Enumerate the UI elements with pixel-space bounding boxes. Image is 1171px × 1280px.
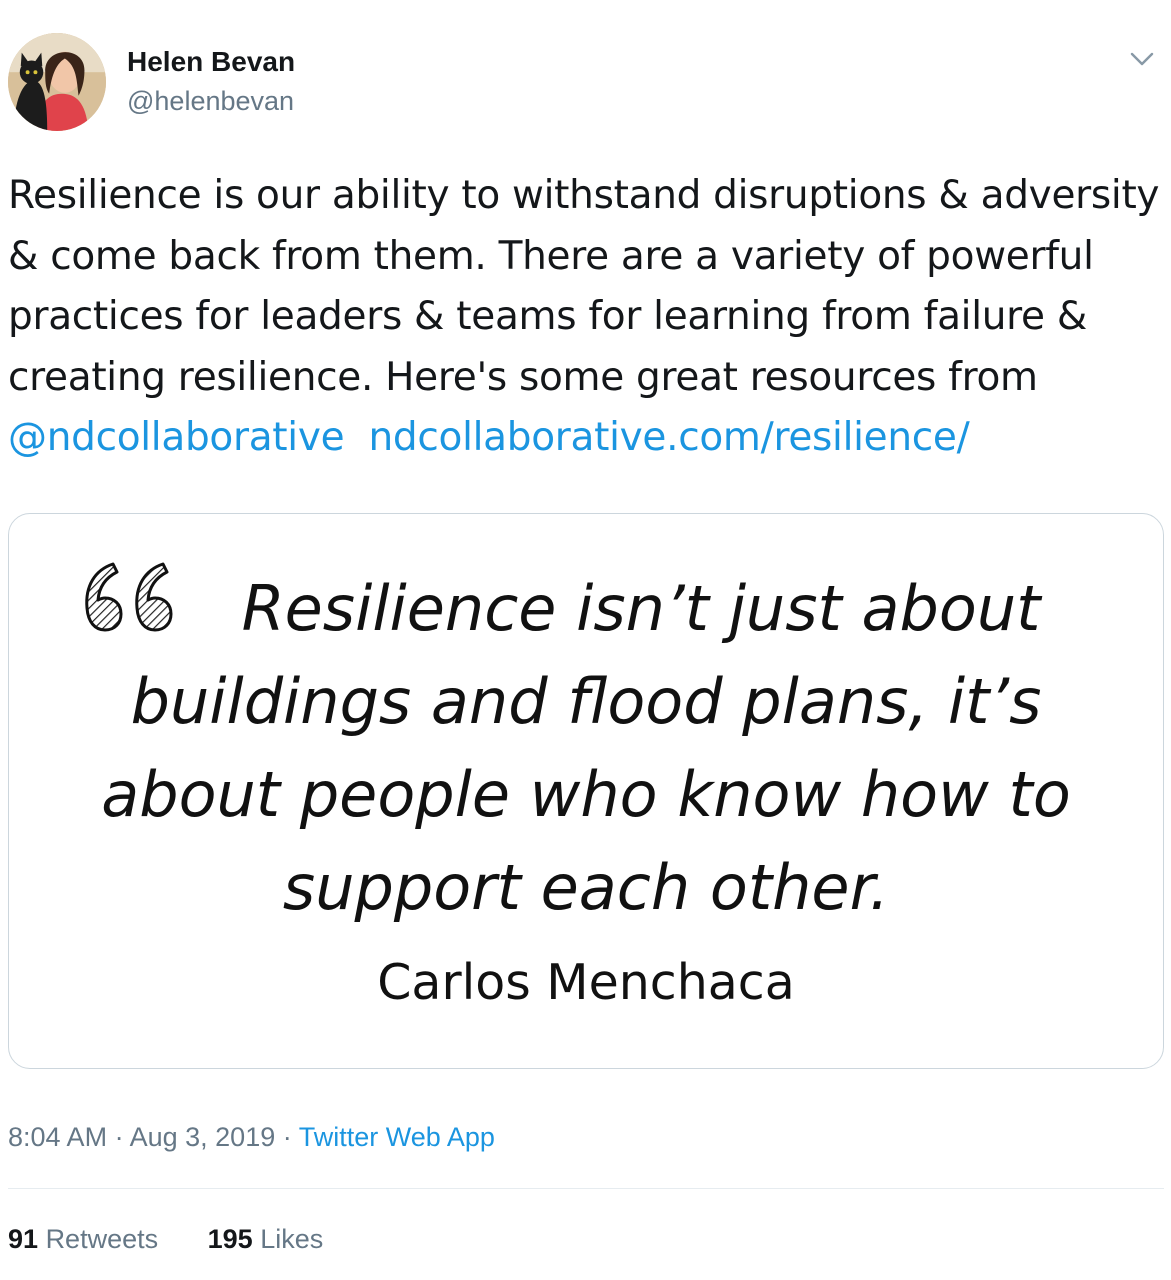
tweet-date[interactable]: Aug 3, 2019 bbox=[130, 1122, 276, 1152]
meta-separator: · bbox=[282, 1122, 292, 1152]
tweet-source-link[interactable]: Twitter Web App bbox=[299, 1122, 495, 1152]
meta-separator: · bbox=[114, 1122, 124, 1152]
likes-count: 195 bbox=[207, 1224, 253, 1254]
author-name[interactable]: Helen Bevan bbox=[127, 46, 295, 78]
likes-stat[interactable]: 195 Likes bbox=[208, 1224, 324, 1255]
likes-label: Likes bbox=[260, 1224, 324, 1254]
retweets-stat[interactable]: 91 Retweets bbox=[8, 1224, 158, 1255]
retweets-count: 91 bbox=[8, 1224, 39, 1254]
url-link[interactable]: ndcollaborative.com/resilience/ bbox=[369, 415, 970, 460]
mention-link[interactable]: @ndcollaborative bbox=[8, 415, 345, 460]
author-handle[interactable]: @helenbevan bbox=[127, 86, 294, 117]
tweet-meta: 8:04 AM · Aug 3, 2019 · Twitter Web App bbox=[8, 1122, 495, 1153]
avatar[interactable] bbox=[8, 33, 106, 131]
tweet-text: Resilience is our ability to withstand d… bbox=[8, 166, 1168, 469]
tweet: Helen Bevan @helenbevan Resilience is ou… bbox=[0, 0, 1171, 1280]
quote-line: Resilience isn’t just about bbox=[241, 572, 1041, 645]
quote-line: buildings and flood plans, it’s bbox=[130, 665, 1042, 738]
media-card[interactable]: Resilience isn’t just about buildings an… bbox=[8, 513, 1164, 1069]
tweet-stats: 91 Retweets 195 Likes bbox=[8, 1224, 323, 1255]
chevron-down-icon[interactable] bbox=[1127, 44, 1157, 74]
tweet-time[interactable]: 8:04 AM bbox=[8, 1122, 107, 1152]
divider bbox=[8, 1188, 1164, 1189]
quote-line: about people who know how to bbox=[101, 758, 1071, 831]
tweet-body: Resilience is our ability to withstand d… bbox=[8, 173, 1160, 400]
avatar-image bbox=[8, 33, 106, 131]
quote-text: Resilience isn’t just about buildings an… bbox=[9, 562, 1163, 934]
quote-author: Carlos Menchaca bbox=[377, 954, 795, 1011]
retweets-label: Retweets bbox=[45, 1224, 159, 1254]
quote-line: support each other. bbox=[282, 851, 890, 924]
